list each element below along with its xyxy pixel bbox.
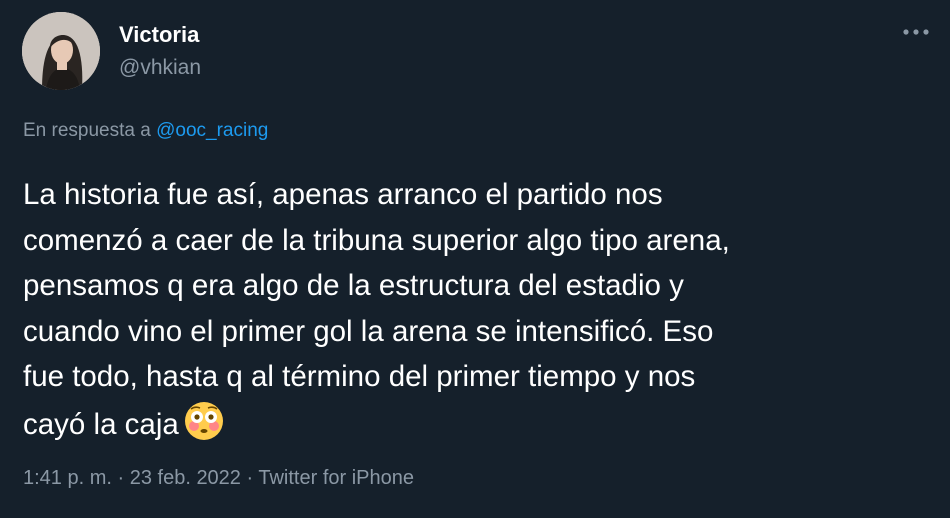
separator: · [240, 467, 259, 489]
display-name[interactable]: Victoria [119, 22, 199, 48]
reply-context: En respuesta a @ooc_racing [23, 120, 268, 142]
tweet-text: La historia fue así, apenas arranco el p… [23, 172, 923, 447]
tweet-time[interactable]: 1:41 p. m. [23, 467, 112, 489]
tweet-line: fue todo, hasta q al término del primer … [23, 360, 696, 393]
flushed-face-emoji-icon [184, 401, 223, 440]
tweet-line: comenzó a caer de la tribuna superior al… [23, 223, 730, 257]
more-horizontal-icon[interactable] [898, 17, 934, 47]
avatar[interactable] [22, 12, 100, 90]
reply-prefix: En respuesta a [23, 120, 157, 141]
tweet-line-text: cayó la caja [23, 407, 179, 441]
reply-handle-link[interactable]: @ooc_racing [156, 120, 268, 141]
profile-photo-icon [22, 12, 100, 90]
tweet-line-last: cayó la caja [23, 400, 923, 448]
username[interactable]: @vhkian [119, 56, 201, 80]
separator: · [111, 467, 130, 489]
tweet-source[interactable]: Twitter for iPhone [258, 467, 414, 489]
tweet-date[interactable]: 23 feb. 2022 [130, 467, 241, 489]
tweet-meta: 1:41 p. m. · 23 feb. 2022 · Twitter for … [23, 467, 414, 490]
tweet-line: La historia fue así, apenas arranco el p… [23, 178, 663, 211]
tweet-line: cuando vino el primer gol la arena se in… [23, 314, 714, 348]
tweet-line: pensamos q era algo de la estructura del… [23, 269, 684, 302]
